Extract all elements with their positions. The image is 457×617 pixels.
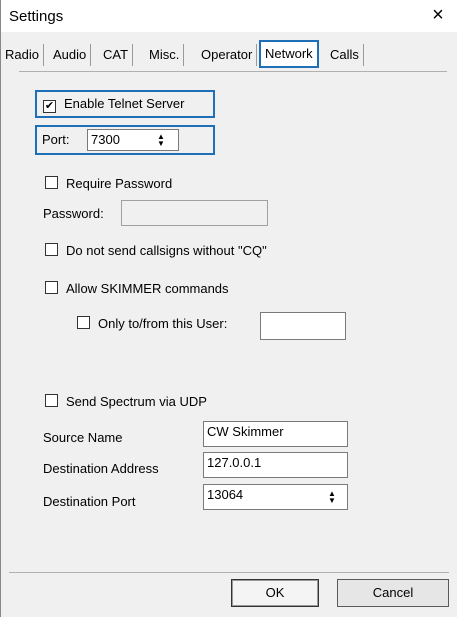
- tab-misc[interactable]: Misc.: [145, 44, 185, 66]
- password-field[interactable]: [121, 200, 268, 226]
- send-spectrum-checkbox[interactable]: Send Spectrum via UDP: [45, 394, 207, 409]
- destination-port-spinner[interactable]: 13064 ▲ ▼: [203, 484, 348, 510]
- only-this-user-label: Only to/from this User:: [98, 316, 228, 331]
- source-name-label: Source Name: [43, 430, 123, 445]
- tab-operator[interactable]: Operator: [197, 44, 258, 66]
- no-callsigns-label: Do not send callsigns without "CQ": [66, 243, 267, 258]
- port-spinner[interactable]: 7300 ▲ ▼: [87, 129, 179, 151]
- spinner-arrows-icon[interactable]: ▲ ▼: [325, 490, 339, 505]
- spinner-arrows-icon[interactable]: ▲ ▼: [154, 133, 168, 148]
- settings-dialog: Settings × Radio Audio CAT Misc. Operato…: [0, 0, 457, 617]
- destination-address-label: Destination Address: [43, 461, 159, 476]
- allow-skimmer-label: Allow SKIMMER commands: [66, 281, 229, 296]
- password-label: Password:: [43, 206, 104, 221]
- require-password-label: Require Password: [66, 176, 173, 191]
- port-value: 7300: [91, 132, 120, 147]
- only-this-user-field[interactable]: [260, 312, 346, 340]
- tab-audio[interactable]: Audio: [49, 44, 92, 66]
- send-spectrum-check-box[interactable]: [45, 394, 58, 407]
- allow-skimmer-checkbox[interactable]: Allow SKIMMER commands: [45, 281, 229, 296]
- destination-port-label: Destination Port: [43, 494, 136, 509]
- tab-radio[interactable]: Radio: [1, 44, 44, 66]
- enable-telnet-label: Enable Telnet Server: [64, 96, 185, 111]
- source-name-field[interactable]: CW Skimmer: [203, 421, 348, 447]
- title-bar: Settings ×: [1, 0, 457, 32]
- dialog-title: Settings: [9, 8, 64, 25]
- spinner-down-icon[interactable]: ▼: [328, 496, 336, 505]
- tab-network[interactable]: Network: [259, 40, 319, 68]
- panel-bottom-divider: [9, 572, 449, 573]
- no-callsigns-check-box[interactable]: [45, 243, 58, 256]
- require-password-checkbox[interactable]: Require Password: [45, 176, 172, 191]
- send-spectrum-label: Send Spectrum via UDP: [66, 394, 207, 409]
- cancel-button[interactable]: Cancel: [337, 579, 449, 607]
- allow-skimmer-check-box[interactable]: [45, 281, 58, 294]
- no-callsigns-checkbox[interactable]: Do not send callsigns without "CQ": [45, 243, 267, 258]
- enable-telnet-check-box[interactable]: ✔: [43, 100, 56, 113]
- only-this-user-checkbox[interactable]: Only to/from this User:: [77, 316, 227, 331]
- tab-strip: Radio Audio CAT Misc. Operator Network C…: [1, 34, 457, 74]
- enable-telnet-checkbox[interactable]: ✔ Enable Telnet Server: [43, 96, 184, 113]
- destination-address-field[interactable]: 127.0.0.1: [203, 452, 348, 478]
- only-this-user-check-box[interactable]: [77, 316, 90, 329]
- tab-cat[interactable]: CAT: [99, 44, 134, 66]
- tab-calls[interactable]: Calls: [326, 44, 364, 66]
- close-icon[interactable]: ×: [426, 4, 450, 27]
- destination-port-value: 13064: [207, 487, 244, 502]
- port-label: Port:: [42, 132, 70, 147]
- spinner-down-icon[interactable]: ▼: [157, 139, 165, 148]
- require-password-check-box[interactable]: [45, 176, 58, 189]
- ok-button[interactable]: OK: [231, 579, 319, 607]
